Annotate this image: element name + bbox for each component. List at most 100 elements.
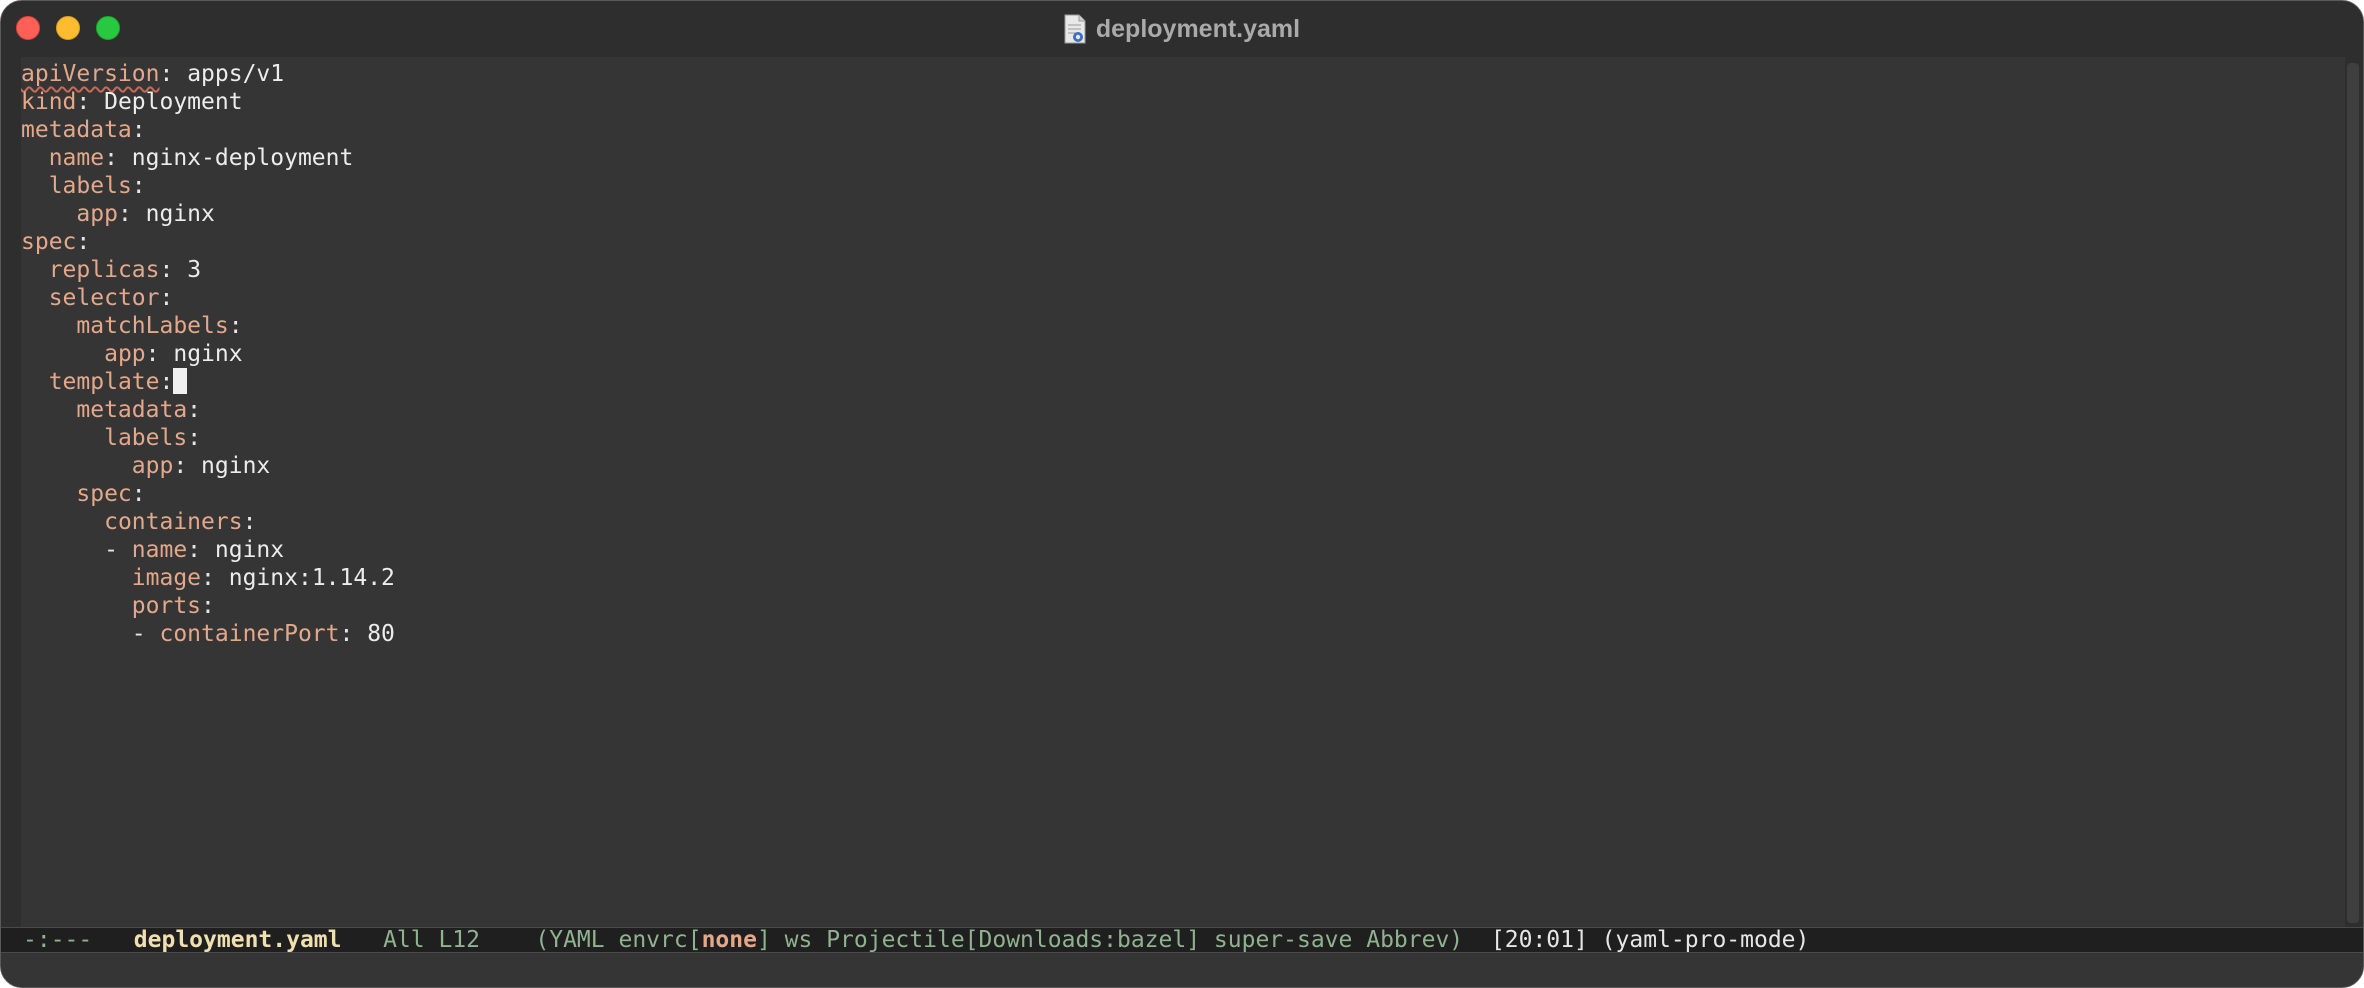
code-line[interactable]: replicas: 3 <box>21 256 2345 284</box>
yaml-value: Deployment <box>104 89 243 115</box>
yaml-separator: : <box>131 481 146 507</box>
code-line[interactable]: apiVersion: apps/v1 <box>21 60 2345 88</box>
yaml-separator: : <box>201 593 215 619</box>
yaml-separator: : <box>76 229 91 255</box>
code-line[interactable]: kind: Deployment <box>21 88 2345 116</box>
code-line[interactable]: name: nginx-deployment <box>21 144 2345 172</box>
modeline-envrc-value: none <box>701 927 757 953</box>
yaml-separator: : <box>201 565 229 591</box>
yaml-separator: : <box>159 61 188 87</box>
vertical-scrollbar[interactable] <box>2347 63 2359 923</box>
code-line[interactable]: spec: <box>21 480 2345 508</box>
yaml-separator: : <box>159 257 188 283</box>
title-bar[interactable]: deployment.yaml <box>1 1 2363 57</box>
yaml-document-icon <box>1064 14 1086 44</box>
yaml-value: nginx <box>173 341 243 367</box>
yaml-separator: : <box>339 621 368 647</box>
code-line[interactable]: app: nginx <box>21 340 2345 368</box>
code-line[interactable]: containers: <box>21 508 2345 536</box>
yaml-key: app <box>104 341 146 367</box>
editor-text-area[interactable]: apiVersion: apps/v1 kind: Deployment metad… <box>21 57 2345 927</box>
yaml-value: nginx <box>201 453 271 479</box>
code-line[interactable]: - name: nginx <box>21 536 2345 564</box>
emacs-window: deployment.yaml apiVersion: apps/v1 kind:… <box>0 0 2364 988</box>
yaml-key: name <box>131 537 188 563</box>
yaml-separator: : <box>228 313 243 339</box>
modeline-modes-prefix[interactable]: (YAML envrc[ <box>535 927 701 953</box>
yaml-value: nginx:1.14.2 <box>228 565 395 591</box>
line-indent: - <box>21 621 160 647</box>
yaml-key: replicas <box>48 257 160 283</box>
code-line[interactable]: template: <box>21 368 2345 396</box>
line-indent: - <box>21 537 132 563</box>
yaml-separator: : <box>187 425 202 451</box>
yaml-key: kind <box>21 89 77 115</box>
yaml-value: nginx <box>214 537 285 563</box>
mode-line: -:--- deployment.yaml All L12 (YAML envr… <box>1 927 2363 953</box>
modeline-time: [20:01] <box>1490 927 1588 953</box>
yaml-value: apps/v1 <box>187 61 285 87</box>
yaml-key: ports <box>131 593 202 619</box>
yaml-value: nginx-deployment <box>131 145 354 171</box>
yaml-separator: : <box>187 537 215 563</box>
yaml-key: selector <box>48 285 160 311</box>
yaml-key: image <box>131 565 202 591</box>
yaml-key: containerPort <box>159 621 340 647</box>
yaml-key: containers <box>104 509 243 535</box>
modeline-status: -:--- <box>23 927 93 953</box>
yaml-separator: : <box>187 397 202 423</box>
code-line[interactable]: app: nginx <box>21 452 2345 480</box>
yaml-key: metadata <box>21 117 132 143</box>
window-title: deployment.yaml <box>1 9 2363 49</box>
yaml-separator: : <box>76 89 105 115</box>
modeline-major-mode[interactable]: (yaml-pro-mode) <box>1602 927 1810 953</box>
left-fringe <box>1 57 21 927</box>
yaml-key: template <box>48 369 160 395</box>
window-title-text: deployment.yaml <box>1095 14 1301 43</box>
yaml-separator: : <box>173 453 202 479</box>
code-line[interactable]: ports: <box>21 592 2345 620</box>
yaml-key: metadata <box>76 397 188 423</box>
minibuffer[interactable] <box>1 953 2363 987</box>
text-cursor <box>173 368 188 394</box>
yaml-separator: : <box>145 341 174 367</box>
code-line[interactable]: labels: <box>21 424 2345 452</box>
modeline-buffer-name[interactable]: deployment.yaml <box>134 927 342 953</box>
code-line[interactable]: metadata: <box>21 116 2345 144</box>
yaml-separator: : <box>117 201 146 227</box>
modeline-modes-suffix[interactable]: ] ws Projectile[Downloads:bazel] super-s… <box>757 927 1463 953</box>
yaml-separator: : <box>104 145 132 171</box>
yaml-value: 3 <box>187 257 202 283</box>
yaml-key: apiVersion <box>21 61 160 87</box>
code-line[interactable]: app: nginx <box>21 200 2345 228</box>
code-line[interactable]: metadata: <box>21 396 2345 424</box>
code-line[interactable]: - containerPort: 80 <box>21 620 2345 648</box>
yaml-value: nginx <box>145 201 215 227</box>
yaml-key: name <box>48 145 105 171</box>
modeline-position: All L12 <box>383 927 480 953</box>
yaml-key: matchLabels <box>76 313 229 339</box>
code-line[interactable]: matchLabels: <box>21 312 2345 340</box>
code-line[interactable]: spec: <box>21 228 2345 256</box>
yaml-separator: : <box>159 369 174 395</box>
code-line[interactable]: selector: <box>21 284 2345 312</box>
code-line[interactable]: labels: <box>21 172 2345 200</box>
yaml-value: 80 <box>367 621 395 647</box>
yaml-key: labels <box>48 173 132 199</box>
code-line[interactable]: image: nginx:1.14.2 <box>21 564 2345 592</box>
yaml-key: spec <box>21 229 77 255</box>
yaml-separator: : <box>159 285 174 311</box>
yaml-key: spec <box>76 481 132 507</box>
